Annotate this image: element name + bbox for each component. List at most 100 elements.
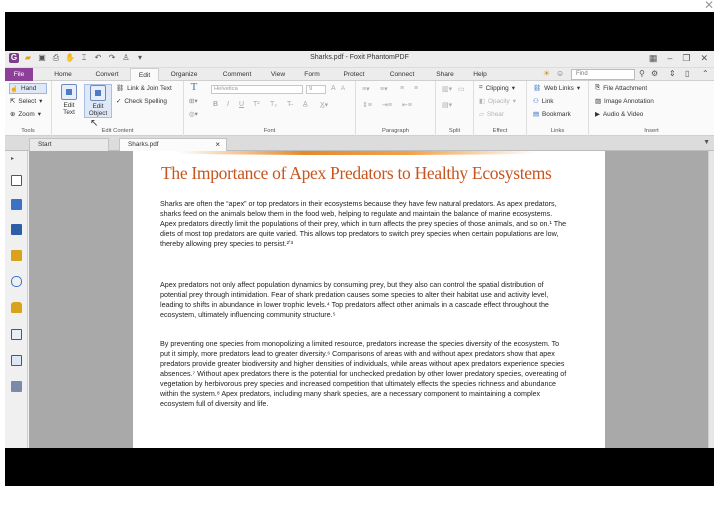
signature-panel-icon[interactable] [11,329,22,340]
attachment-icon: ⎘ [595,84,601,91]
tab-list-icon[interactable]: ▼ [703,139,710,146]
comments-icon[interactable] [11,250,22,261]
split-text-icon[interactable]: ▤▾ [442,101,452,109]
tab-comment[interactable]: Comment [217,68,257,81]
group-split: ▥▾ ▭ ▤▾ Split [436,81,474,136]
subscript-icon[interactable]: T₂ [270,101,277,108]
close-icon[interactable]: ✕ [704,0,714,12]
settings-icon[interactable]: ⚙ [651,69,658,78]
char-spacing-icon[interactable]: A̲ [303,101,308,108]
align-center-icon[interactable]: ≡▾ [380,85,388,93]
line-spacing-icon[interactable]: ⇕≡ [362,101,372,109]
font-color-icon[interactable]: ◎▾ [189,110,198,118]
find-input[interactable]: Find [571,69,635,80]
clipping-button[interactable]: ⌗ Clipping ▾ [479,84,515,92]
search-options-icon[interactable]: ⚲ [639,69,645,78]
tab-organize[interactable]: Organize [165,68,203,81]
attachments-icon[interactable] [11,276,22,287]
window-controls: ▦ – ❐ ✕ [649,53,708,64]
bold-icon[interactable]: B [213,101,218,108]
group-insert: ⎘ File Attachment ▨ Image Annotation ▶ Audi… [589,81,714,136]
pages-icon[interactable] [11,199,22,210]
link-join-text-button[interactable]: ⛓ Link & Join Text [116,84,172,93]
tab-edit[interactable]: Edit [130,68,159,81]
font-name-select[interactable]: Helvetica [211,85,303,94]
collapse-ribbon-icon[interactable]: ⌃ [702,69,709,78]
font-size-up-icon[interactable]: A [331,85,336,92]
panel-icon[interactable]: ▯ [685,69,689,78]
tab-view[interactable]: View [264,68,292,81]
lightbulb-icon[interactable]: ☀ [543,69,550,78]
vertical-scrollbar[interactable] [708,151,714,448]
superscript-icon[interactable]: T² [253,101,260,108]
merge-icon[interactable]: ▭ [458,85,465,93]
justify-icon[interactable]: ≡ [414,85,418,92]
minimize-icon[interactable]: – [667,53,672,64]
close-window-icon[interactable]: ✕ [700,53,708,64]
edit-text-button[interactable]: Edit Text [58,84,80,116]
paragraph-2[interactable]: Apex predators not only affect populatio… [160,280,570,320]
bookmark-button[interactable]: ▤ Bookmark [533,110,571,119]
shear-icon: ▱ [479,111,484,118]
font-size-select[interactable]: 9 [306,85,326,94]
web-links-button[interactable]: ⛓ Web Links ▾ [533,84,580,93]
user-icon[interactable]: ☺ [556,69,564,78]
tab-convert[interactable]: Convert [89,68,125,81]
check-spelling-button[interactable]: ✓ Check Spelling [116,97,167,106]
audio-video-button[interactable]: ▶ Audio & Video [595,110,643,119]
opacity-button[interactable]: ◧ Opacity ▾ [479,97,516,106]
zoom-tool-button[interactable]: ⊕ Zoom ▾ [10,110,41,119]
tab-help[interactable]: Help [468,68,492,81]
window-title: Sharks.pdf - Foxit PhantomPDF [310,54,409,61]
tags-icon[interactable] [11,381,22,392]
close-tab-icon[interactable]: × [215,139,220,151]
group-links: ⛓ Web Links ▾ ⚇ Link ▤ Bookmark Links [527,81,589,136]
hand-tool-button[interactable]: ☝ Hand [9,83,47,94]
select-tool-button[interactable]: ⇱ Select ▾ [10,97,42,106]
underline-icon[interactable]: U [239,101,244,108]
indent-icon[interactable]: ⇥≡ [382,101,392,109]
strikethrough-icon[interactable]: T̶ [287,101,291,108]
paragraph-1[interactable]: Sharks are often the “apex” or top preda… [160,199,570,249]
grid-icon[interactable]: ▦ [649,53,658,64]
outdent-icon[interactable]: ⇤≡ [402,101,412,109]
group-label-font: Font [263,128,276,134]
tab-share[interactable]: Share [431,68,459,81]
file-attachment-button[interactable]: ⎘ File Attachment [595,84,647,92]
shear-button[interactable]: ▱ Shear [479,110,504,119]
split-icon[interactable]: ▥▾ [442,85,452,93]
align-right-icon[interactable]: ≡ [400,85,404,92]
edit-text-icon [61,84,77,100]
link-button[interactable]: ⚇ Link [533,97,553,106]
hand-icon: ☝ [10,85,18,93]
align-left-icon[interactable]: ≡▾ [362,85,370,93]
stepper-icon[interactable]: ⇕ [669,69,676,78]
content-panel-icon[interactable] [11,355,22,366]
font-size-down-icon[interactable]: A [341,86,345,92]
group-label-tools: Tools [21,128,35,134]
doc-tab-sharks[interactable]: Sharks.pdf × [119,138,227,151]
paragraph-3[interactable]: By preventing one species from monopoliz… [160,339,570,409]
foxit-window: G ▰ ▣ ⎙ ✋ ⌶ ↶ ↷ ♙ ▾ Sharks.pdf - Foxit P… [5,51,714,448]
restore-icon[interactable]: ❐ [682,53,690,64]
doc-tab-start[interactable]: Start [29,138,109,151]
tab-protect[interactable]: Protect [337,68,371,81]
layers-icon[interactable] [11,224,22,235]
text-format-icon[interactable]: T [188,82,200,93]
panel-toggle-icon[interactable]: ▸ [11,155,22,162]
group-edit-content: Edit Text Edit Object ⛓ Link & Join Text … [52,81,184,136]
image-annotation-button[interactable]: ▨ Image Annotation [595,97,654,106]
tab-home[interactable]: Home [49,68,77,81]
tab-file[interactable]: File [5,68,33,81]
italic-icon[interactable]: I [227,101,229,108]
mouse-cursor-icon: ↖ [90,118,99,129]
tab-form[interactable]: Form [298,68,326,81]
navigation-panel: ▸ [5,151,28,448]
security-lock-icon[interactable] [11,302,22,313]
group-tools: ☝ Hand ⇱ Select ▾ ⊕ Zoom ▾ Tools [5,81,52,136]
bookmarks-icon[interactable] [11,175,22,186]
tab-connect[interactable]: Connect [384,68,420,81]
char-scale-icon[interactable]: X̲▾ [320,101,328,109]
edit-object-button[interactable]: Edit Object [84,84,112,118]
font-options-icon[interactable]: ⊞▾ [189,97,198,105]
